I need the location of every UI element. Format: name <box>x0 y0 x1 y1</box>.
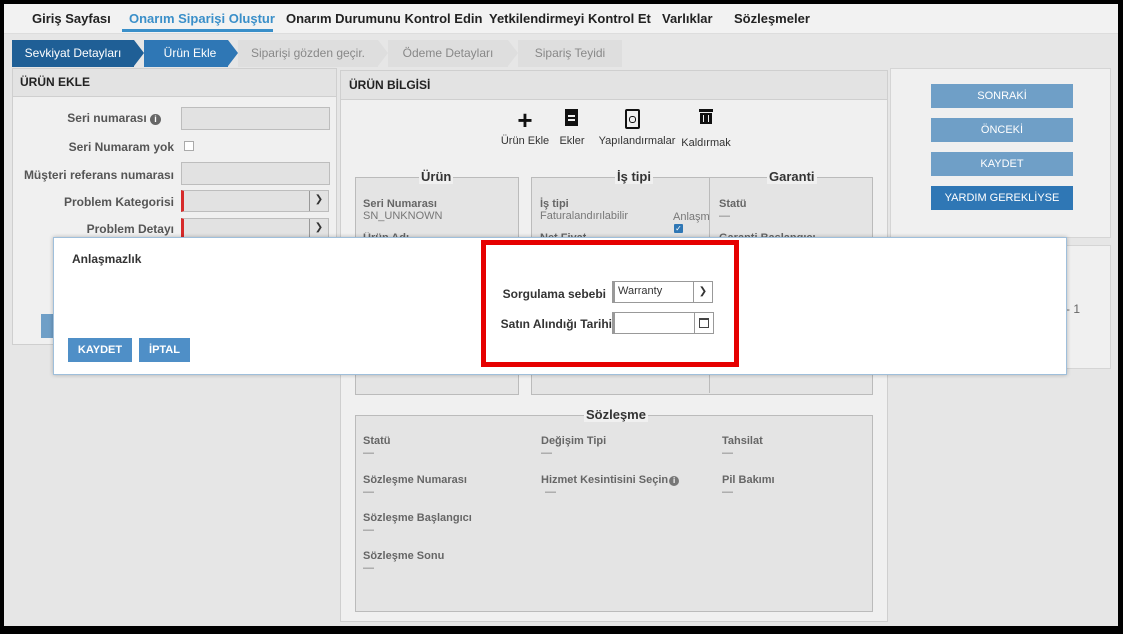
dialog-save-button[interactable]: KAYDET <box>68 338 132 362</box>
warranty-status-value: — <box>719 210 730 222</box>
serial-number-label: Seri numarası i <box>67 111 161 125</box>
contract-start-label: Sözleşme Başlangıcı <box>363 512 472 524</box>
serial-number-input[interactable] <box>181 107 330 130</box>
warranty-status-label: Statü <box>719 198 747 210</box>
nav-home[interactable]: Giriş Sayfası <box>32 11 111 26</box>
dialog-cancel-button[interactable]: İPTAL <box>139 338 190 362</box>
change-type-value: — <box>541 447 552 459</box>
job-type-value: Faturalandırılabilir <box>540 210 629 222</box>
no-serial-checkbox[interactable] <box>184 141 194 151</box>
nav-assets[interactable]: Varlıklar <box>662 11 713 26</box>
battery-value: — <box>722 486 733 498</box>
nav-check-authorization[interactable]: Yetkilendirmeyi Kontrol Et <box>489 11 651 26</box>
contract-number-value: — <box>363 486 374 498</box>
customer-ref-input[interactable] <box>181 162 330 185</box>
dialog-title: Anlaşmazlık <box>72 252 142 266</box>
problem-detail-label: Problem Detayı <box>86 222 174 236</box>
job-type-label: İş tipi <box>540 198 569 210</box>
summary-count: - 1 <box>1066 302 1081 316</box>
step-arrow <box>134 40 144 66</box>
dispute-checkbox[interactable]: ✓ <box>674 224 683 233</box>
dispute-label: Anlaşm <box>673 211 709 223</box>
step-arrow <box>378 40 388 66</box>
nav-check-repair-status[interactable]: Onarım Durumunu Kontrol Edin <box>286 11 482 26</box>
attachments-tool[interactable]: Ekler <box>555 135 589 147</box>
trash-icon[interactable] <box>699 109 713 124</box>
next-button[interactable]: SONRAKİ <box>931 84 1073 108</box>
contract-end-label: Sözleşme Sonu <box>363 550 445 562</box>
job-type-group-title: İş tipi <box>615 169 653 184</box>
info-icon: i <box>669 476 680 486</box>
problem-category-select[interactable]: ❯ <box>181 190 329 212</box>
warranty-group-title: Garanti <box>767 169 817 184</box>
remove-tool[interactable]: Kaldırmak <box>679 137 733 149</box>
serial-number-field-label: Seri Numarası <box>363 198 437 210</box>
configurations-tool[interactable]: Yapılandırmalar <box>597 135 677 147</box>
step-arrow <box>228 40 238 66</box>
step-shipping-details[interactable]: Sevkiyat Detayları <box>12 40 134 67</box>
change-type-label: Değişim Tipi <box>541 435 607 447</box>
product-group-title: Ürün <box>419 169 454 184</box>
add-product-title: ÜRÜN EKLE <box>13 69 336 97</box>
collection-value: — <box>722 447 733 459</box>
contract-status-label: Statü <box>363 435 391 447</box>
highlight-box <box>481 240 739 367</box>
nav-create-repair-order[interactable]: Onarım Siparişi Oluştur <box>129 11 275 26</box>
help-button[interactable]: YARDIM GEREKLİYSE <box>931 186 1073 210</box>
previous-button[interactable]: ÖNCEKİ <box>931 118 1073 142</box>
configure-icon[interactable] <box>625 109 640 129</box>
serial-number-value: SN_UNKNOWN <box>363 210 443 222</box>
service-cut-label: Hizmet Kesintisini Seçin i <box>541 474 680 486</box>
step-review-order: Siparişi gözden geçir. <box>238 40 378 67</box>
no-serial-label: Seri Numaram yok <box>68 140 174 154</box>
customer-ref-label: Müşteri referans numarası <box>23 168 174 182</box>
actions-panel: SONRAKİ ÖNCEKİ KAYDET YARDIM GEREKLİYSE <box>890 68 1111 238</box>
step-payment-details: Ödeme Detayları <box>388 40 508 67</box>
collection-label: Tahsilat <box>722 435 763 447</box>
app-frame: Giriş Sayfası Onarım Siparişi Oluştur On… <box>4 4 1118 626</box>
step-arrow <box>508 40 518 66</box>
service-cut-value: — <box>545 486 556 498</box>
nav-contracts[interactable]: Sözleşmeler <box>734 11 810 26</box>
plus-icon[interactable]: + <box>513 107 537 133</box>
chevron-down-icon: ❯ <box>309 219 328 239</box>
step-order-confirmation: Sipariş Teyidi <box>518 40 622 67</box>
step-add-product[interactable]: Ürün Ekle <box>144 40 228 67</box>
add-product-tool[interactable]: Ürün Ekle <box>497 135 553 147</box>
product-info-title: ÜRÜN BİLGİSİ <box>341 71 887 100</box>
save-button[interactable]: KAYDET <box>931 152 1073 176</box>
document-icon[interactable] <box>565 109 578 126</box>
battery-label: Pil Bakımı <box>722 474 775 486</box>
contract-number-label: Sözleşme Numarası <box>363 474 467 486</box>
chevron-down-icon: ❯ <box>309 191 328 211</box>
top-nav: Giriş Sayfası Onarım Siparişi Oluştur On… <box>4 4 1118 34</box>
problem-category-label: Problem Kategorisi <box>63 195 174 209</box>
contract-end-value: — <box>363 562 374 574</box>
contract-status-value: — <box>363 447 374 459</box>
info-icon: i <box>150 114 161 125</box>
contract-group-title: Sözleşme <box>584 407 648 422</box>
contract-start-value: — <box>363 524 374 536</box>
nav-active-underline <box>122 29 273 32</box>
